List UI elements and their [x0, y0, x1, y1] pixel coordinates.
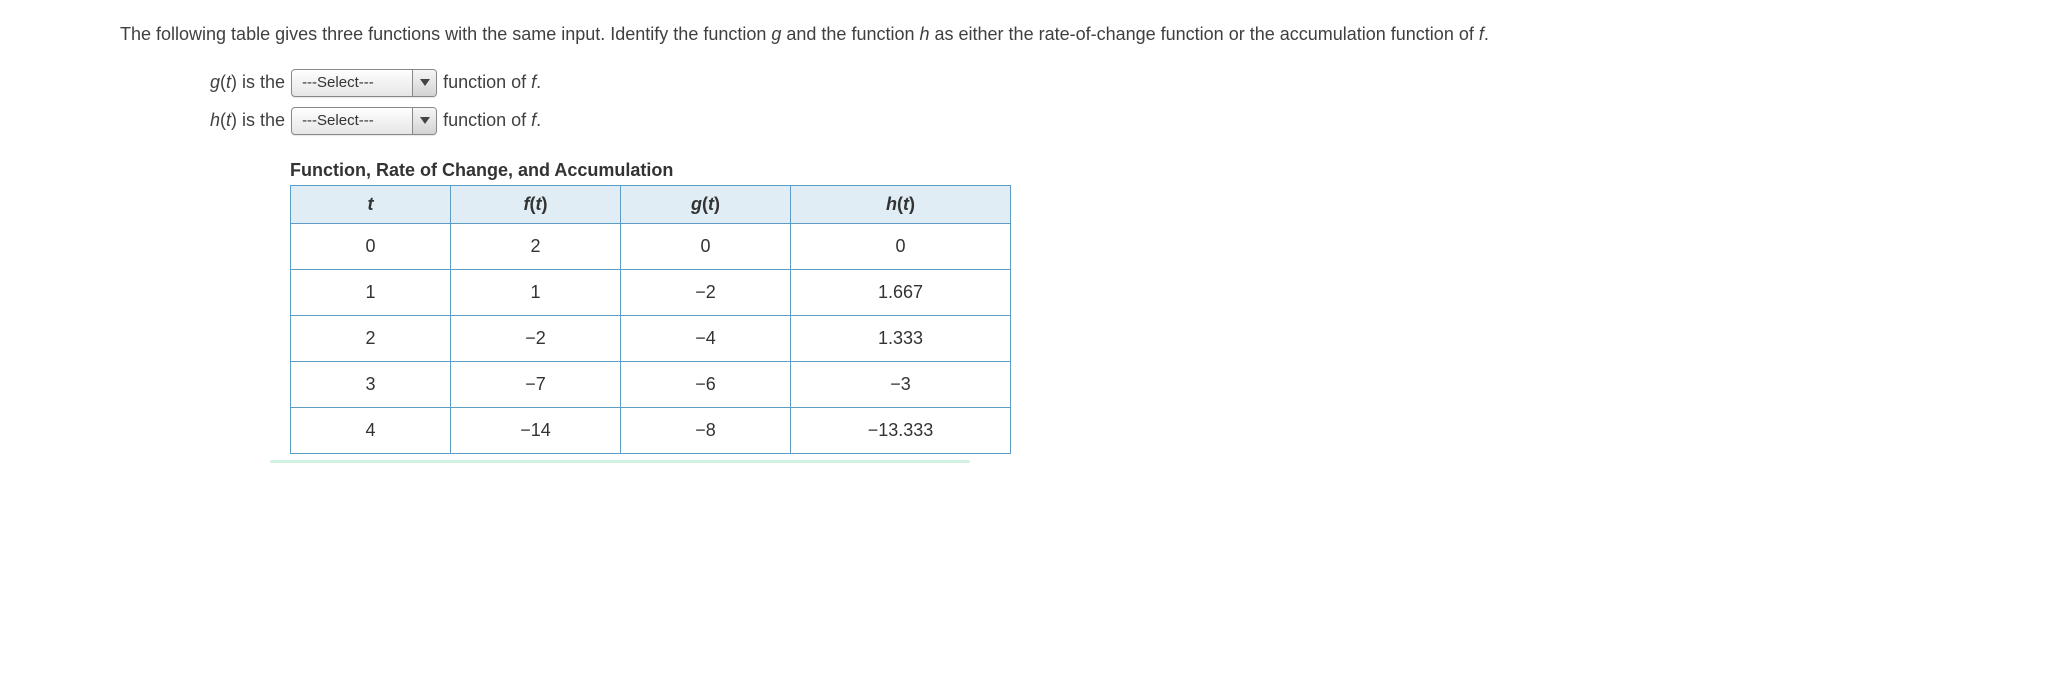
- cell-g: 0: [621, 223, 791, 269]
- statements: g(t) is the ---Select--- function of f. …: [210, 69, 1928, 135]
- table-row: 4−14−8−13.333: [291, 407, 1011, 453]
- intro-part4: .: [1484, 24, 1489, 44]
- cell-g: −4: [621, 315, 791, 361]
- header-gt: g(t): [621, 185, 791, 223]
- cell-f: −2: [451, 315, 621, 361]
- g-select-value: ---Select---: [292, 70, 412, 96]
- cell-t: 4: [291, 407, 451, 453]
- h-select[interactable]: ---Select---: [291, 107, 437, 135]
- cell-h: 1.333: [791, 315, 1011, 361]
- cell-h: 0: [791, 223, 1011, 269]
- cell-h: −3: [791, 361, 1011, 407]
- h-suffix: function of f.: [443, 110, 541, 131]
- table-row: 11−21.667: [291, 269, 1011, 315]
- intro-text: The following table gives three function…: [120, 20, 1928, 49]
- cell-h: 1.667: [791, 269, 1011, 315]
- intro-part1: The following table gives three function…: [120, 24, 771, 44]
- header-ht: h(t): [791, 185, 1011, 223]
- table-section: Function, Rate of Change, and Accumulati…: [290, 160, 1928, 463]
- h-select-value: ---Select---: [292, 108, 412, 134]
- cell-t: 1: [291, 269, 451, 315]
- dropdown-arrow-icon: [412, 70, 436, 96]
- cell-g: −6: [621, 361, 791, 407]
- cell-t: 2: [291, 315, 451, 361]
- g-label: g(t) is the: [210, 72, 285, 93]
- h-label: h(t) is the: [210, 110, 285, 131]
- table-body: 020011−21.6672−2−41.3333−7−6−34−14−8−13.…: [291, 223, 1011, 453]
- cell-t: 0: [291, 223, 451, 269]
- table-header-row: t f(t) g(t) h(t): [291, 185, 1011, 223]
- dropdown-arrow-icon: [412, 108, 436, 134]
- g-select[interactable]: ---Select---: [291, 69, 437, 97]
- table-row: 3−7−6−3: [291, 361, 1011, 407]
- intro-g: g: [771, 24, 781, 44]
- progress-line: [270, 460, 970, 463]
- data-table: t f(t) g(t) h(t) 020011−21.6672−2−41.333…: [290, 185, 1011, 454]
- table-title: Function, Rate of Change, and Accumulati…: [290, 160, 1928, 181]
- cell-h: −13.333: [791, 407, 1011, 453]
- cell-t: 3: [291, 361, 451, 407]
- cell-f: −14: [451, 407, 621, 453]
- cell-f: 2: [451, 223, 621, 269]
- g-suffix: function of f.: [443, 72, 541, 93]
- intro-part3: as either the rate-of-change function or…: [930, 24, 1479, 44]
- cell-g: −2: [621, 269, 791, 315]
- statement-h: h(t) is the ---Select--- function of f.: [210, 107, 1928, 135]
- statement-g: g(t) is the ---Select--- function of f.: [210, 69, 1928, 97]
- header-ft: f(t): [451, 185, 621, 223]
- cell-g: −8: [621, 407, 791, 453]
- cell-f: −7: [451, 361, 621, 407]
- header-t: t: [291, 185, 451, 223]
- intro-part2: and the function: [781, 24, 919, 44]
- cell-f: 1: [451, 269, 621, 315]
- table-row: 0200: [291, 223, 1011, 269]
- intro-h: h: [920, 24, 930, 44]
- table-row: 2−2−41.333: [291, 315, 1011, 361]
